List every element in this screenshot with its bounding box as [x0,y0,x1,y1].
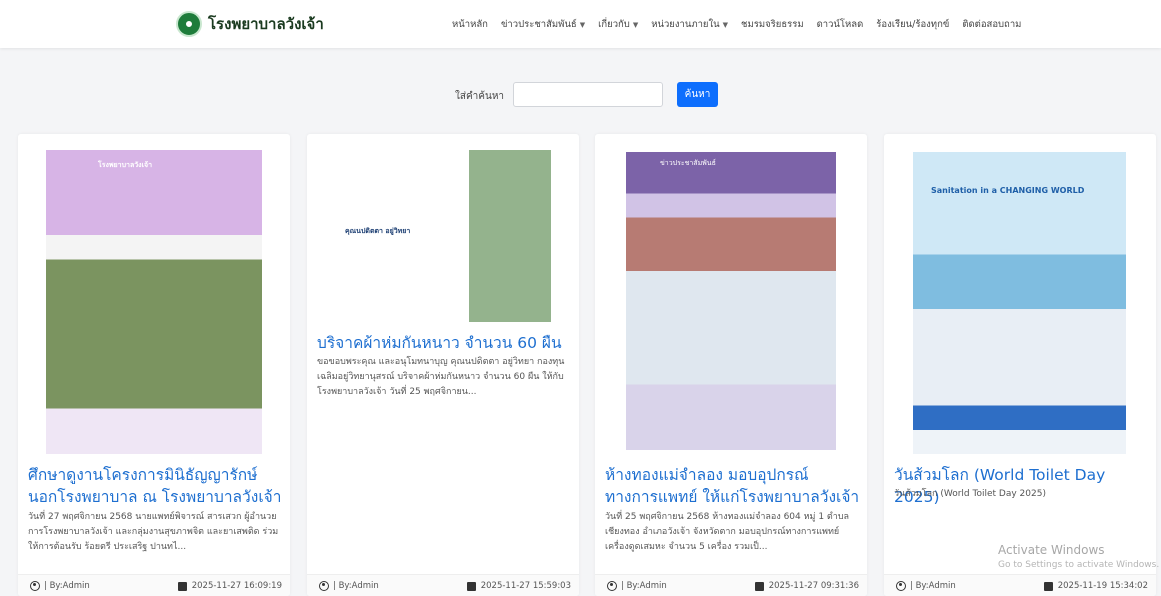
author-label: | By:Admin [333,581,379,591]
news-title[interactable]: ห้างทองแม่จำลอง มอบอุปกรณ์ทางการแพทย์ ให… [605,464,861,508]
menu-item-label: หน่วยงานภายใน [651,19,720,30]
author-info: | By:Admin [896,581,956,591]
card-footer: | By:Admin 2025-11-27 16:09:19 [18,574,290,596]
author-label: | By:Admin [44,581,90,591]
calendar-icon [754,581,764,591]
menu-item-complaints[interactable]: ร้องเรียน/ร้องทุกข์ [876,17,949,32]
card-footer: | By:Admin 2025-11-19 15:34:02 [884,574,1156,596]
user-icon [30,581,40,591]
menu-item-news[interactable]: ข่าวประชาสัมพันธ์ ▼ [501,17,585,32]
menu-item-label: ชมรมจริยธรรม [741,19,804,30]
news-thumbnail[interactable]: โรงพยาบาลวังเจ้า [46,150,262,454]
news-thumbnail[interactable]: คุณนปดิตตา อยู่วิทยา [335,150,551,322]
author-label: | By:Admin [621,581,667,591]
calendar-icon [177,581,187,591]
menu-item-contact[interactable]: ติดต่อสอบถาม [962,17,1021,32]
top-navbar: โรงพยาบาลวังเจ้า หน้าหลัก ข่าวประชาสัมพั… [0,0,1161,48]
news-excerpt: วันที่ 27 พฤศจิกายน 2568 นายแพทย์พิจารณ์… [28,512,279,552]
news-excerpt: วันส้วมโลก (World Toilet Day 2025) [894,489,1046,499]
menu-item-label: ติดต่อสอบถาม [962,19,1022,30]
user-icon [607,581,617,591]
author-info: | By:Admin [607,581,667,591]
date-label: 2025-11-27 16:09:19 [191,581,282,591]
date-label: 2025-11-27 09:31:36 [768,581,859,591]
news-card: โรงพยาบาลวังเจ้า ศึกษาดูงานโครงการมินิธั… [18,134,290,596]
date-label: 2025-11-27 15:59:03 [480,581,571,591]
post-date: 2025-11-27 09:31:36 [754,581,859,591]
menu-item-label: เกี่ยวกับ [598,19,630,30]
date-label: 2025-11-19 15:34:02 [1057,581,1148,591]
brand-link[interactable]: โรงพยาบาลวังเจ้า [176,11,324,37]
card-footer: | By:Admin 2025-11-27 09:31:36 [595,574,867,596]
news-excerpt: ขอขอบพระคุณ และอนุโมทนาบุญ คุณนปดิตตา อย… [317,357,565,397]
menu-item-label: ร้องเรียน/ร้องทุกข์ [876,19,950,30]
thumbnail-caption: Sanitation in a CHANGING WORLD [931,186,1085,195]
post-date: 2025-11-27 16:09:19 [177,581,282,591]
news-title[interactable]: บริจาคผ้าห่มกันหนาว จำนวน 60 ผืน [317,332,573,354]
activation-watermark-subtitle: Go to Settings to activate Windows. [998,560,1160,570]
chevron-down-icon: ▼ [722,20,729,29]
activation-watermark-title: Activate Windows [998,543,1105,557]
thumbnail-caption: โรงพยาบาลวังเจ้า [98,161,153,169]
news-thumbnail[interactable]: Sanitation in a CHANGING WORLD [913,152,1126,454]
calendar-icon [466,581,476,591]
search-label: ใส่คำค้นหา [455,91,505,102]
menu-item-label: หน้าหลัก [452,19,488,30]
news-card: คุณนปดิตตา อยู่วิทยา บริจาคผ้าห่มกันหนาว… [307,134,579,596]
author-info: | By:Admin [30,581,90,591]
user-icon [896,581,906,591]
chevron-down-icon: ▼ [632,20,639,29]
hospital-logo-icon [176,11,202,37]
menu-item-label: ข่าวประชาสัมพันธ์ [500,19,577,30]
card-footer: | By:Admin 2025-11-27 15:59:03 [307,574,579,596]
news-card: Sanitation in a CHANGING WORLD วันส้วมโล… [884,134,1156,596]
thumbnail-caption: คุณนปดิตตา อยู่วิทยา [345,227,411,235]
menu-item-ethics-club[interactable]: ชมรมจริยธรรม [741,17,804,32]
menu-item-about[interactable]: เกี่ยวกับ ▼ [598,17,638,32]
menu-item-download[interactable]: ดาวน์โหลด [817,17,864,32]
news-card: ข่าวประชาสัมพันธ์ ห้างทองแม่จำลอง มอบอุป… [595,134,867,596]
menu-item-home[interactable]: หน้าหลัก [452,17,488,32]
search-button[interactable]: ค้นหา [677,82,718,107]
post-date: 2025-11-19 15:34:02 [1043,581,1148,591]
thumbnail-caption: ข่าวประชาสัมพันธ์ [660,159,716,167]
user-icon [319,581,329,591]
news-title[interactable]: ศึกษาดูงานโครงการมินิธัญญารักษ์นอกโรงพยา… [28,464,284,508]
brand-name: โรงพยาบาลวังเจ้า [208,15,324,33]
menu-item-departments[interactable]: หน่วยงานภายใน ▼ [651,17,728,32]
author-label: | By:Admin [910,581,956,591]
author-info: | By:Admin [319,581,379,591]
chevron-down-icon: ▼ [579,20,586,29]
main-menu: หน้าหลัก ข่าวประชาสัมพันธ์ ▼ เกี่ยวกับ ▼ ห… [452,17,1021,32]
search-input[interactable] [513,82,663,107]
post-date: 2025-11-27 15:59:03 [466,581,571,591]
news-excerpt: วันที่ 25 พฤศจิกายน 2568 ห้างทองแม่จำลอง… [605,512,850,552]
search-bar: ใส่คำค้นหา ค้นหา [0,82,1161,108]
calendar-icon [1043,581,1053,591]
menu-item-label: ดาวน์โหลด [816,19,864,30]
news-thumbnail[interactable]: ข่าวประชาสัมพันธ์ [626,152,836,450]
